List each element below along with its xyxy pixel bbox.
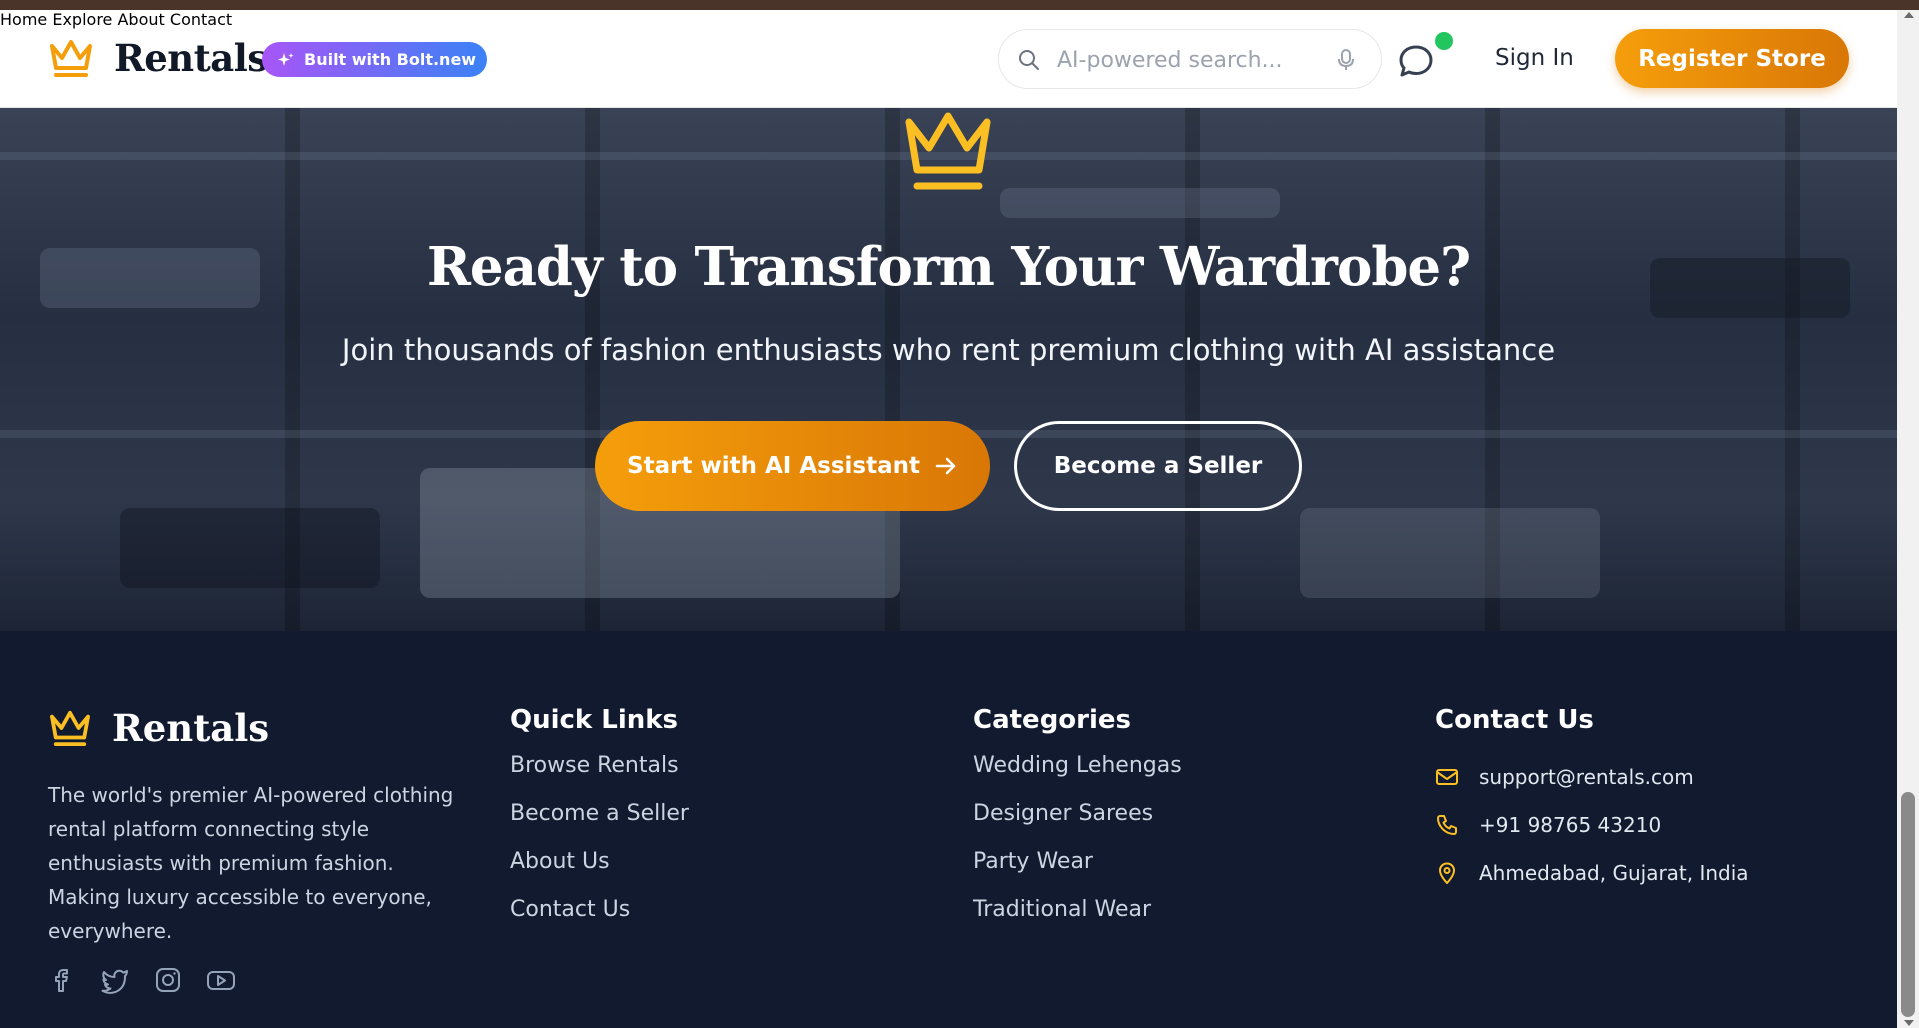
browser-top-strip [0,0,1919,10]
sign-in-link[interactable]: Sign In [1495,45,1574,71]
crown-icon [905,112,991,190]
page-scrollbar[interactable] [1897,10,1919,1028]
footer-link-designer-sarees[interactable]: Designer Sarees [973,801,1182,849]
social-links [48,966,236,994]
arrow-right-icon [935,457,956,475]
footer-link-browse-rentals[interactable]: Browse Rentals [510,753,689,801]
instagram-icon[interactable] [154,966,182,994]
site-footer: Rentals The world's premier AI-powered c… [0,631,1897,1028]
built-with-bolt-badge[interactable]: Built with Bolt.new [262,42,487,77]
footer-link-become-seller[interactable]: Become a Seller [510,801,689,849]
footer-link-wedding-lehengas[interactable]: Wedding Lehengas [973,753,1182,801]
scrollbar-thumb[interactable] [1901,792,1915,1017]
cta-hero-section: Ready to Transform Your Wardrobe? Join t… [0,108,1897,631]
microphone-icon[interactable] [1335,48,1357,72]
contact-email-row: support@rentals.com [1435,753,1749,801]
nav-about[interactable]: About [117,10,164,29]
search-input[interactable] [1057,40,1327,80]
main-nav: Home Explore About Contact [0,10,1897,29]
footer-link-contact-us[interactable]: Contact Us [510,897,689,945]
youtube-icon[interactable] [206,966,236,994]
scroll-down-arrow-icon[interactable] [1904,1020,1914,1026]
footer-link-about-us[interactable]: About Us [510,849,689,897]
hero-title: Ready to Transform Your Wardrobe? [426,236,1471,298]
map-pin-icon [1439,862,1455,884]
hero-subtitle: Join thousands of fashion enthusiasts wh… [341,333,1556,367]
footer-brand: Rentals [48,706,269,750]
mail-icon [1436,769,1458,785]
background-clothes-shape [120,508,380,588]
online-status-dot [1435,32,1453,50]
contact-heading: Contact Us [1435,705,1594,735]
start-ai-assistant-label: Start with AI Assistant [627,453,920,479]
contact-column: Contact Us support@rentals.com +91 98765… [1435,705,1749,897]
quick-links-heading: Quick Links [510,705,679,735]
start-ai-assistant-button[interactable]: Start with AI Assistant [595,421,990,511]
crown-icon [50,710,90,747]
footer-link-party-wear[interactable]: Party Wear [973,849,1182,897]
brand-logo-link[interactable]: Rentals [48,36,268,80]
twitter-icon[interactable] [100,966,130,994]
contact-phone-row: +91 98765 43210 [1435,801,1749,849]
nav-explore[interactable]: Explore [52,10,112,29]
phone-icon [1437,815,1457,835]
crown-icon [50,40,92,77]
brand-name: Rentals [114,36,268,80]
facebook-icon[interactable] [48,966,76,994]
scroll-up-arrow-icon[interactable] [1904,12,1914,18]
nav-home[interactable]: Home [0,10,47,29]
chat-icon[interactable] [1398,44,1434,78]
footer-description: The world's premier AI-powered clothing … [48,783,454,943]
contact-email[interactable]: support@rentals.com [1479,765,1694,789]
background-clothes-shape [1300,508,1600,598]
footer-brand-name: Rentals [112,706,270,750]
search-icon [1019,50,1039,70]
nav-contact[interactable]: Contact [170,10,232,29]
quick-links-column: Quick Links Browse Rentals Become a Sell… [510,705,689,945]
bolt-badge-label: Built with Bolt.new [304,50,477,69]
categories-heading: Categories [973,705,1132,735]
become-seller-button[interactable]: Become a Seller [1014,421,1302,511]
search-bar[interactable] [998,29,1382,89]
sparkle-icon [278,52,294,66]
contact-address-row: Ahmedabad, Gujarat, India [1435,849,1749,897]
background-clothes-shape [1000,188,1280,218]
site-header: Rentals Built with Bolt.new Home Explore… [0,10,1897,108]
categories-column: Categories Wedding Lehengas Designer Sar… [973,705,1182,945]
contact-address: Ahmedabad, Gujarat, India [1479,861,1749,885]
footer-link-traditional-wear[interactable]: Traditional Wear [973,897,1182,945]
contact-phone[interactable]: +91 98765 43210 [1479,813,1661,837]
register-store-button[interactable]: Register Store [1615,29,1849,88]
